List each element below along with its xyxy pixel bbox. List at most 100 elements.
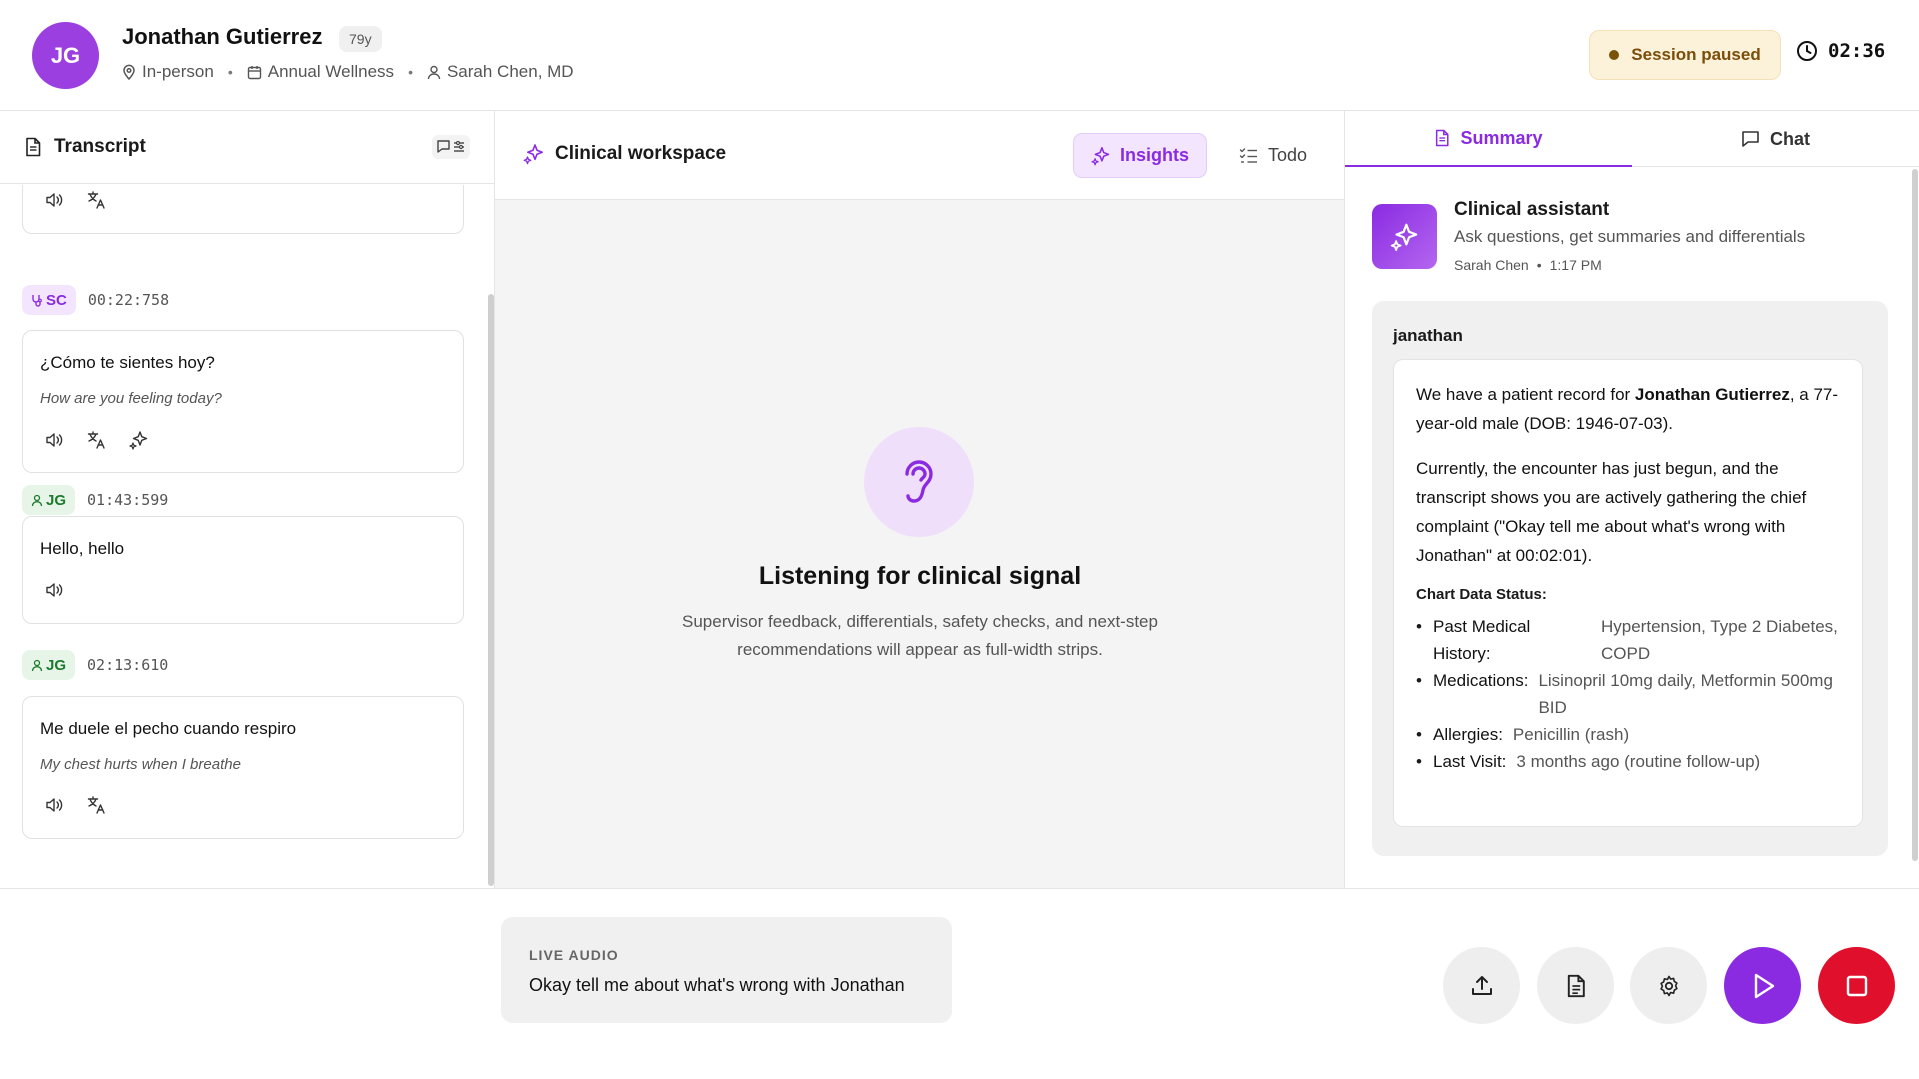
status-key: Last Visit: — [1433, 752, 1507, 771]
ear-icon-badge — [864, 427, 974, 537]
status-value: Penicillin (rash) — [1512, 725, 1630, 744]
assistant-time: 1:17 PM — [1549, 257, 1602, 273]
age-badge: 79y — [339, 26, 382, 52]
speaker-initials: SC — [46, 291, 67, 309]
translate-icon[interactable] — [87, 191, 107, 209]
transcript-scroll-area[interactable]: SC 00:22:758 ¿Cómo te sientes hoy? How a… — [0, 185, 487, 888]
assistant-avatar — [1372, 204, 1437, 269]
notes-button[interactable] — [1537, 947, 1614, 1024]
stop-icon — [1845, 974, 1869, 998]
stop-button[interactable] — [1818, 947, 1895, 1024]
empty-state-description: Supervisor feedback, differentials, safe… — [682, 612, 1158, 659]
tab-chat[interactable]: Chat — [1632, 111, 1919, 167]
document-icon — [1434, 129, 1450, 147]
sparkle-icon — [1091, 146, 1111, 166]
bullet: • — [1416, 752, 1422, 771]
status-value: Lisinopril 10mg daily, Metformin 500mg B… — [1538, 671, 1833, 717]
clinical-workspace: Clinical workspace Insights Todo Listeni… — [495, 111, 1345, 888]
upload-button[interactable] — [1443, 947, 1520, 1024]
speaker-tag: JG — [22, 650, 76, 680]
upload-icon — [1470, 974, 1494, 998]
tab-insights[interactable]: Insights — [1073, 133, 1207, 178]
clock-icon — [1796, 40, 1818, 62]
separator-dot: • — [408, 64, 413, 80]
assistant-reply: We have a patient record for Jonathan Gu… — [1393, 359, 1863, 827]
utterance-text: ¿Cómo te sientes hoy? — [40, 353, 215, 372]
visit-meta: In-person • Annual Wellness • Sarah Chen… — [122, 62, 574, 82]
live-audio-box: LIVE AUDIO Okay tell me about what's wro… — [501, 917, 952, 1023]
location-pin-icon — [122, 64, 136, 80]
person-icon — [31, 659, 43, 672]
patient-name: Jonathan Gutierrez — [122, 24, 323, 49]
reply-text: We have a patient record for — [1416, 385, 1635, 404]
assistant-tabs: Summary Chat — [1345, 111, 1919, 167]
assistant-meta: Sarah Chen • 1:17 PM — [1454, 257, 1602, 273]
chat-filter-icon[interactable] — [432, 135, 470, 159]
resume-button[interactable] — [1724, 947, 1801, 1024]
utterance-text: Hello, hello — [40, 539, 125, 558]
card-actions — [45, 430, 149, 450]
sparkle-icon — [1390, 222, 1420, 252]
chat-bubble-icon — [1741, 130, 1760, 148]
provider: Sarah Chen, MD — [427, 62, 574, 82]
timer-value: 02:36 — [1828, 40, 1886, 62]
assistant-subtitle: Ask questions, get summaries and differe… — [1454, 227, 1806, 246]
transcript-panel: Transcript SC 00:22:758 ¿Cómo te sientes… — [0, 111, 495, 888]
document-icon — [1565, 974, 1587, 998]
session-timer: 02:36 — [1796, 40, 1885, 62]
control-bar: LIVE AUDIO Okay tell me about what's wro… — [0, 888, 1919, 1079]
assistant-author: Sarah Chen — [1454, 257, 1529, 273]
tab-summary-label: Summary — [1460, 127, 1543, 148]
chat-user-message: janathan — [1393, 326, 1463, 345]
status-key: Medications: — [1433, 671, 1529, 690]
entry-timestamp: 02:13:610 — [87, 656, 169, 674]
separator-dot: • — [1536, 257, 1542, 273]
patient-header: JG Jonathan Gutierrez 79y In-person • An… — [0, 0, 1919, 111]
gear-icon — [1657, 974, 1681, 998]
transcript-card: Hello, hello — [22, 516, 464, 624]
speaker-icon[interactable] — [45, 797, 65, 813]
transcript-card: ¿Cómo te sientes hoy? How are you feelin… — [22, 330, 464, 473]
speaker-icon[interactable] — [45, 192, 65, 208]
sparkle-icon — [523, 143, 545, 165]
bullet: • — [1416, 617, 1422, 636]
tab-summary[interactable]: Summary — [1345, 111, 1632, 167]
translate-icon[interactable] — [87, 431, 107, 449]
transcript-entry-header: JG 01:43:599 — [22, 485, 168, 515]
separator-dot: • — [227, 64, 233, 80]
translate-icon[interactable] — [87, 796, 107, 814]
list-item: • Past Medical History: Hypertension, Type… — [1416, 613, 1840, 667]
entry-timestamp: 01:43:599 — [87, 491, 169, 509]
tab-todo[interactable]: Todo — [1223, 133, 1323, 178]
bullet: • — [1416, 671, 1422, 690]
transcript-entry-header: JG 02:13:610 — [22, 650, 168, 680]
chart-status-list: • Past Medical History: Hypertension, Type… — [1416, 613, 1840, 775]
tab-chat-label: Chat — [1770, 128, 1810, 149]
tab-todo-label: Todo — [1267, 145, 1308, 165]
assistant-scrollbar[interactable] — [1912, 169, 1918, 861]
status-key: Allergies: — [1433, 725, 1503, 744]
workspace-title: Clinical workspace — [555, 143, 727, 164]
settings-button[interactable] — [1630, 947, 1707, 1024]
provider-label: Sarah Chen, MD — [446, 62, 574, 81]
speaker-icon[interactable] — [45, 582, 65, 598]
card-actions — [45, 191, 107, 209]
status-dot — [1609, 50, 1620, 60]
transcript-scrollbar[interactable] — [488, 294, 494, 886]
reply-patient-name: Jonathan Gutierrez — [1634, 385, 1790, 404]
card-actions — [45, 796, 107, 814]
speaker-icon[interactable] — [45, 432, 65, 448]
speaker-initials: JG — [46, 491, 67, 509]
tab-insights-label: Insights — [1119, 145, 1189, 165]
list-item: • Allergies: Penicillin (rash) — [1416, 721, 1840, 748]
sparkle-icon[interactable] — [129, 430, 149, 450]
person-icon — [427, 65, 441, 80]
utterance-translation: My chest hurts when I breathe — [40, 756, 241, 773]
checklist-icon — [1239, 147, 1259, 165]
reply-paragraph: Currently, the encounter has just begun,… — [1416, 459, 1807, 565]
reply-paragraph: We have a patient record for Jonathan Gu… — [1416, 380, 1840, 438]
ear-icon — [897, 456, 941, 508]
utterance-text: Me duele el pecho cuando respiro — [40, 719, 297, 738]
play-icon — [1750, 972, 1776, 1000]
speaker-tag: JG — [22, 485, 76, 515]
